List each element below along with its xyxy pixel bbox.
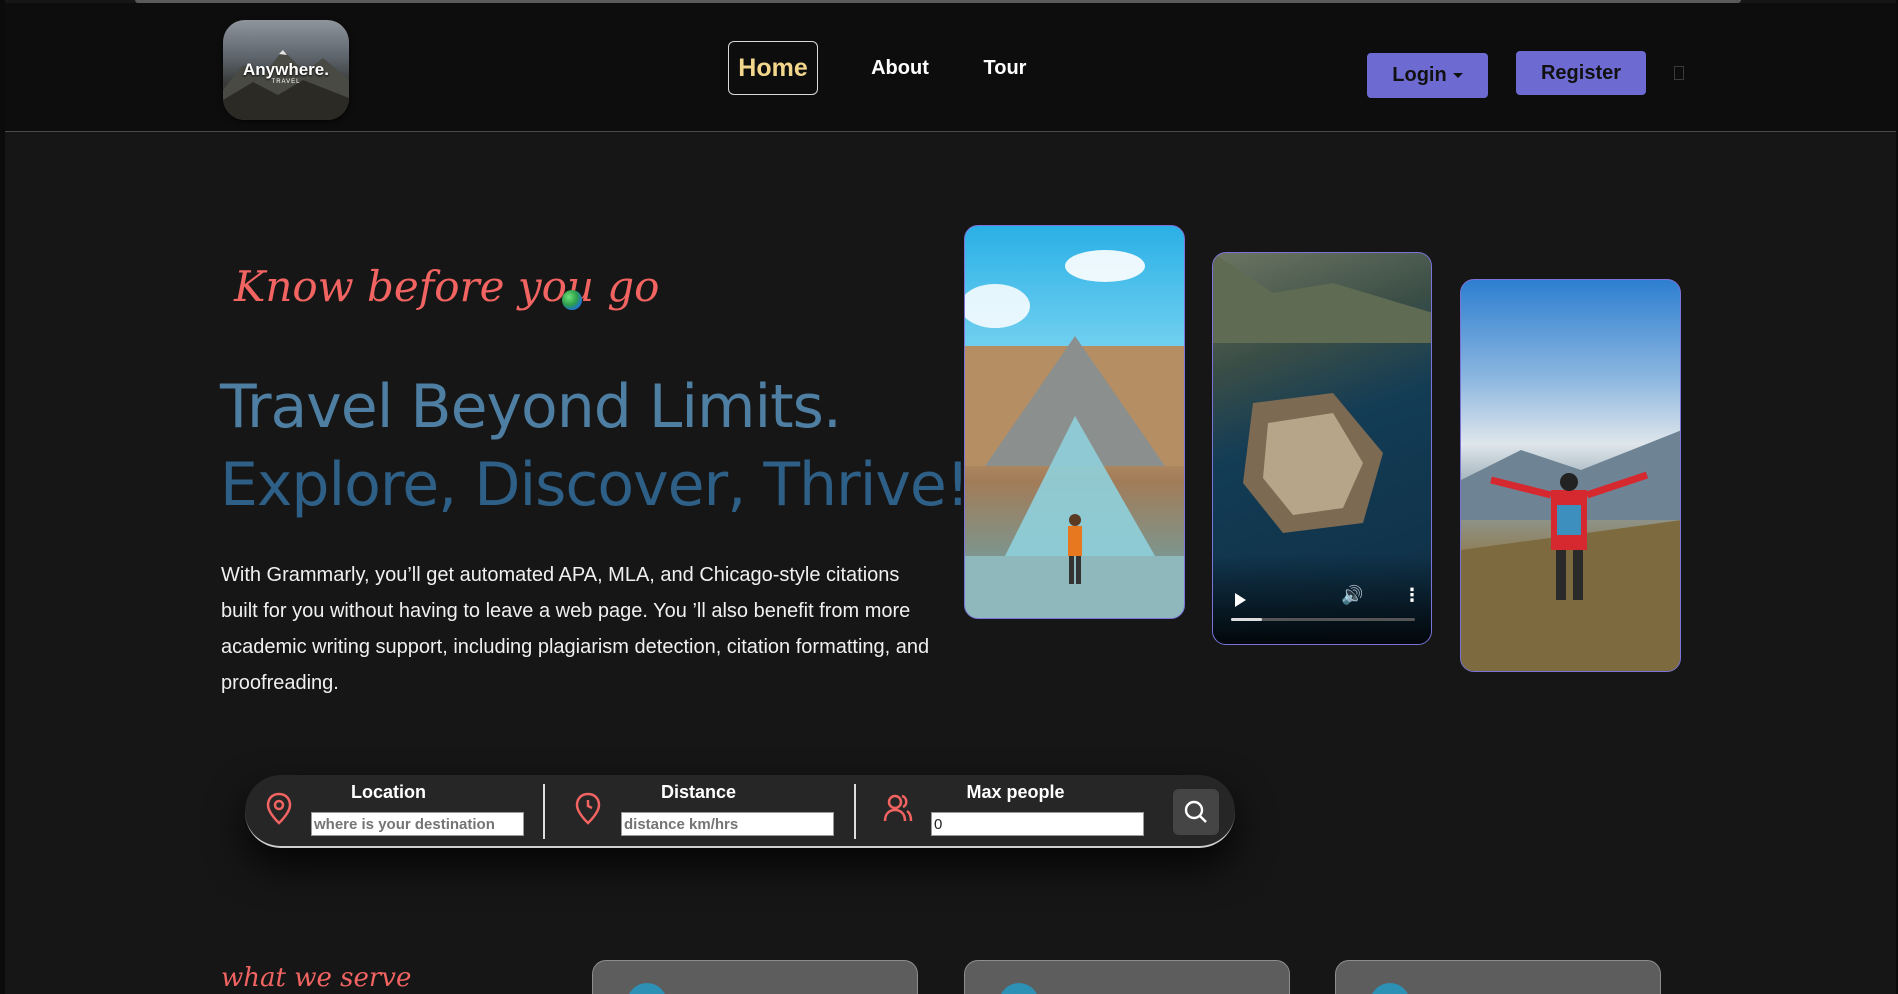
trip-search-bar: Location Distance Max people — [245, 775, 1235, 848]
location-input[interactable] — [311, 812, 524, 836]
hiker-photo — [1461, 430, 1680, 671]
distance-label: Distance — [660, 782, 737, 802]
play-icon[interactable] — [1235, 593, 1246, 607]
register-label: Register — [1540, 61, 1622, 84]
nav-about[interactable]: About — [865, 41, 935, 95]
search-icon — [1184, 800, 1207, 823]
location-label: Location — [351, 782, 426, 802]
globe-icon — [562, 290, 582, 310]
search-divider — [854, 784, 856, 839]
hero-intro-text: With Grammarly, you’ll get automated APA… — [221, 564, 930, 694]
hero-headline-line-2: Explore, Discover, Thrive! — [220, 450, 970, 520]
caret-down-icon — [1452, 73, 1463, 78]
window-left-edge — [0, 0, 5, 994]
service-icon — [627, 983, 667, 994]
service-icon — [999, 983, 1039, 994]
login-label: Login — [1392, 64, 1447, 86]
service-card[interactable] — [964, 960, 1290, 994]
hero-tagline: Know before you go — [234, 262, 660, 311]
login-dropdown-button[interactable]: Login — [1367, 53, 1488, 98]
register-button[interactable]: Register — [1516, 51, 1646, 95]
theme-toggle-icon[interactable] — [1674, 66, 1684, 80]
hero-headline-line-1: Travel Beyond Limits. — [220, 372, 842, 442]
logo-name: Anywhere. — [243, 60, 329, 79]
services-heading: what we serve — [221, 963, 412, 993]
max-people-input[interactable] — [931, 812, 1144, 836]
volume-icon[interactable]: 🔊 — [1341, 585, 1363, 606]
search-button[interactable] — [1173, 789, 1219, 835]
search-divider — [543, 784, 545, 839]
logo-subtitle: TRAVEL — [271, 79, 301, 85]
more-options-icon[interactable]: ⋮ — [1403, 585, 1421, 606]
site-logo[interactable]: Anywhere. TRAVEL — [223, 20, 349, 120]
max-people-label: Max people — [966, 782, 1065, 802]
nav-home[interactable]: Home — [728, 41, 818, 95]
hiker-photo-card — [1460, 279, 1681, 672]
video-player-card[interactable]: 🔊 ⋮ — [1212, 252, 1432, 645]
video-progress-fill — [1231, 618, 1263, 621]
service-card[interactable] — [592, 960, 918, 994]
site-header: Anywhere. TRAVEL Home About Tour Login R… — [5, 3, 1896, 132]
louvre-photo-card — [964, 225, 1185, 619]
service-card[interactable] — [1335, 960, 1661, 994]
distance-input[interactable] — [621, 812, 834, 836]
video-progress-bar[interactable] — [1231, 618, 1415, 621]
louvre-photo — [965, 250, 1184, 618]
service-icon — [1370, 983, 1410, 994]
nav-tour[interactable]: Tour — [975, 41, 1035, 95]
